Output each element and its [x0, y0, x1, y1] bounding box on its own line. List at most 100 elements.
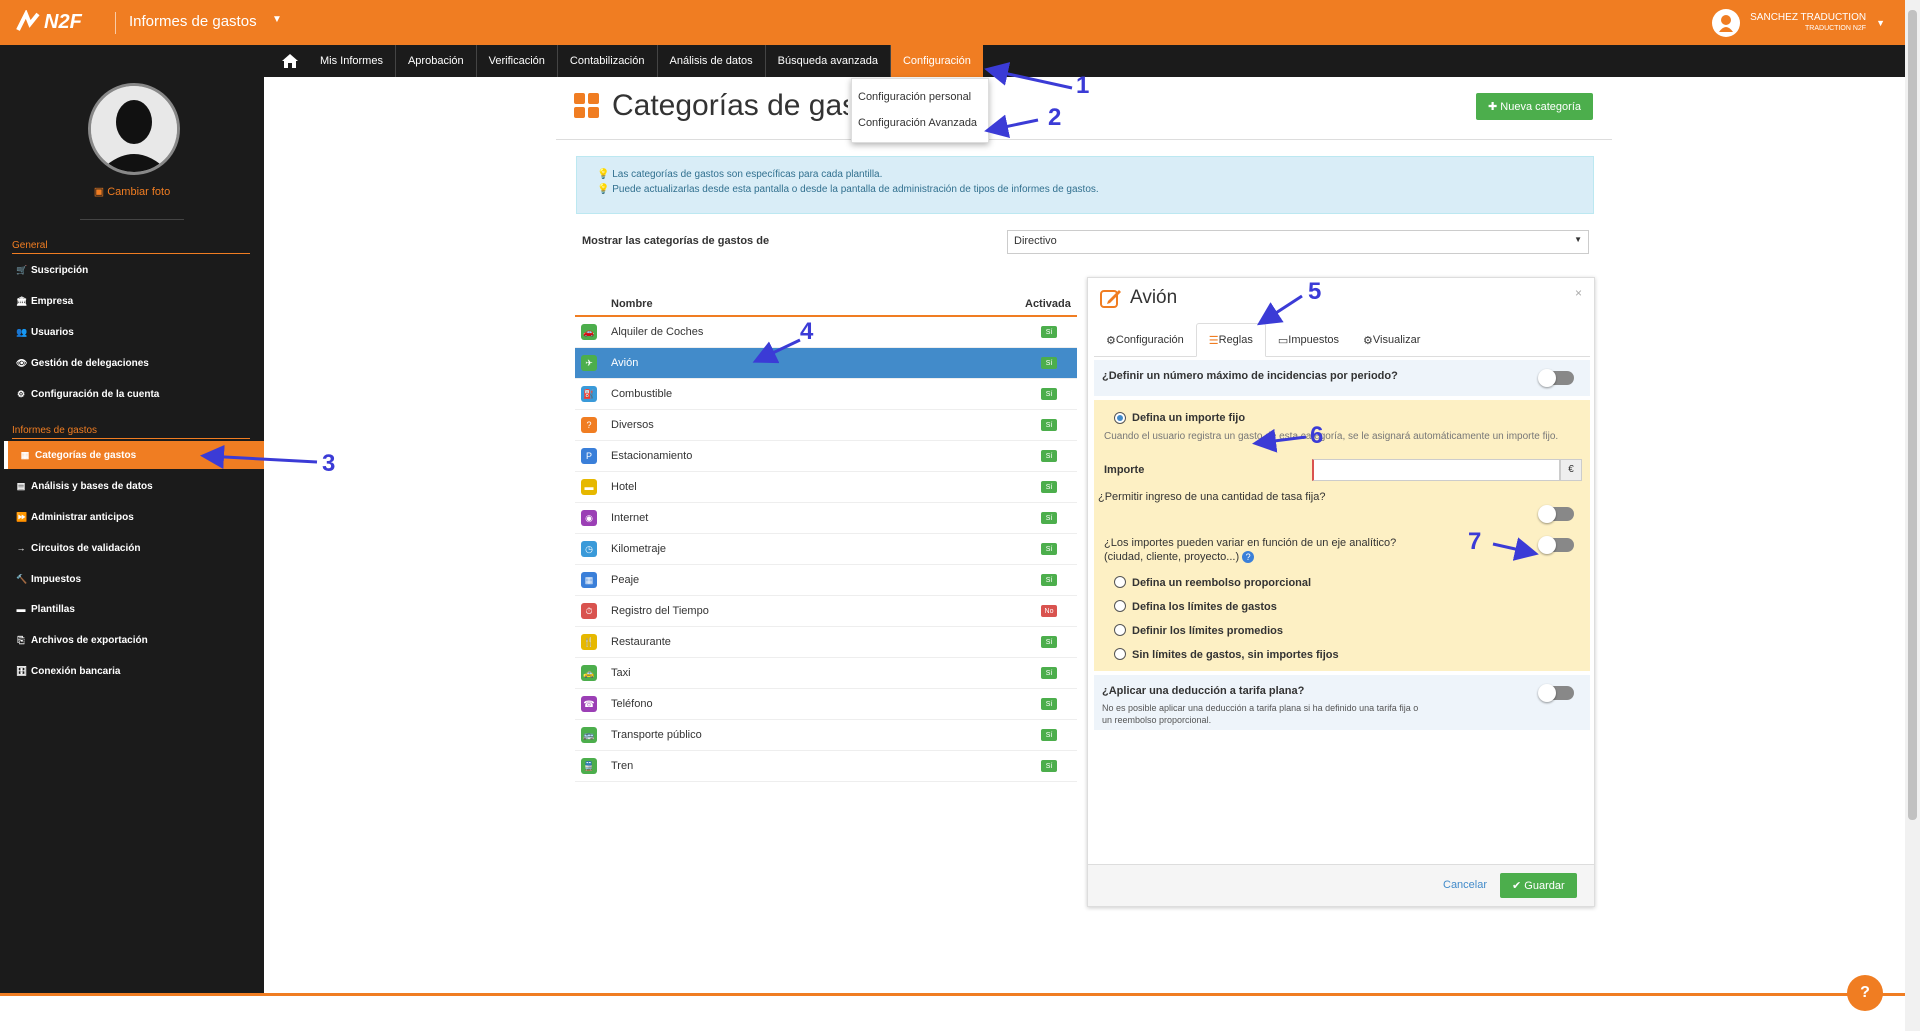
- table-row[interactable]: ⛽ Combustible Sí: [575, 379, 1077, 410]
- status-badge[interactable]: Sí: [1041, 636, 1057, 648]
- col-nombre[interactable]: Nombre: [611, 298, 1025, 310]
- app-logo[interactable]: N2F: [16, 8, 82, 36]
- fixed-amount-radio[interactable]: [1114, 412, 1126, 424]
- table-row[interactable]: ⏱ Registro del Tiempo No: [575, 596, 1077, 627]
- category-icon: 🚗: [581, 324, 597, 340]
- sidebar-item-configuracion-cuenta[interactable]: ⚙ Configuración de la cuenta: [0, 380, 264, 408]
- nav-analisis-datos[interactable]: Análisis de datos: [658, 45, 766, 77]
- menu-item-config-personal[interactable]: Configuración personal: [852, 87, 988, 107]
- status-badge[interactable]: Sí: [1041, 760, 1057, 772]
- cancel-button[interactable]: Cancelar: [1443, 879, 1487, 891]
- sidebar-item-suscripcion[interactable]: 🛒 Suscripción: [0, 256, 264, 284]
- help-circle-icon[interactable]: ?: [1242, 551, 1255, 563]
- sidebar-item-delegaciones[interactable]: 👁 Gestión de delegaciones: [0, 349, 264, 377]
- image-icon: ▣: [93, 186, 108, 198]
- nav-contabilizacion[interactable]: Contabilización: [558, 45, 658, 77]
- scrollbar-thumb[interactable]: [1908, 10, 1917, 820]
- tab-impuestos[interactable]: ▭ Impuestos: [1266, 323, 1351, 357]
- users-icon: 👥: [16, 326, 28, 337]
- nav-busqueda-avanzada[interactable]: Búsqueda avanzada: [766, 45, 891, 77]
- footer-line: [0, 993, 1905, 996]
- flat-rate-toggle[interactable]: [1538, 684, 1574, 702]
- sidebar-item-anticipos[interactable]: ⏩ Administrar anticipos: [0, 503, 264, 531]
- save-button[interactable]: ✔ Guardar: [1500, 873, 1577, 898]
- status-badge[interactable]: Sí: [1041, 667, 1057, 679]
- tab-reglas[interactable]: ☰ Reglas: [1195, 323, 1266, 357]
- sidebar-item-usuarios[interactable]: 👥 Usuarios: [0, 318, 264, 346]
- sidebar: ▣ Cambiar foto General 🛒 Suscripción 🏛 Emp…: [0, 77, 264, 993]
- status-badge[interactable]: No: [1041, 605, 1057, 617]
- status-badge[interactable]: Sí: [1041, 450, 1057, 462]
- table-row[interactable]: ◉ Internet Sí: [575, 503, 1077, 534]
- table-row[interactable]: 🚌 Transporte público Sí: [575, 720, 1077, 751]
- table-row[interactable]: ? Diversos Sí: [575, 410, 1077, 441]
- no-limits-radio[interactable]: [1114, 648, 1126, 660]
- app-title[interactable]: Informes de gastos: [129, 13, 257, 30]
- sidebar-item-analisis[interactable]: ▤ Análisis y bases de datos: [0, 472, 264, 500]
- home-icon[interactable]: [272, 53, 308, 69]
- sidebar-item-empresa[interactable]: 🏛 Empresa: [0, 287, 264, 315]
- template-select[interactable]: Directivo ▼: [1007, 230, 1589, 254]
- col-activada[interactable]: Activada: [1025, 298, 1077, 310]
- main-nav: Mis Informes Aprobación Verificación Con…: [0, 45, 1905, 77]
- table-row[interactable]: ◷ Kilometraje Sí: [575, 534, 1077, 565]
- table-row[interactable]: ☎ Teléfono Sí: [575, 689, 1077, 720]
- table-row[interactable]: 🚗 Alquiler de Coches Sí: [575, 317, 1077, 348]
- table-row[interactable]: P Estacionamiento Sí: [575, 441, 1077, 472]
- menu-item-config-avanzada[interactable]: Configuración Avanzada: [852, 113, 988, 133]
- sidebar-item-conexion-bancaria[interactable]: 🗄 Conexión bancaria: [0, 657, 264, 685]
- table-row[interactable]: ✈ Avión Sí: [575, 348, 1077, 379]
- max-incidents-toggle[interactable]: [1538, 369, 1574, 387]
- status-badge[interactable]: Sí: [1041, 512, 1057, 524]
- sidebar-item-plantillas[interactable]: ▬ Plantillas: [0, 595, 264, 623]
- amount-input[interactable]: [1312, 459, 1560, 481]
- page-scrollbar[interactable]: [1905, 0, 1920, 1031]
- sidebar-item-circuitos[interactable]: → Circuitos de validación: [0, 534, 264, 562]
- tab-visualizar[interactable]: ⚙ Visualizar: [1351, 323, 1432, 357]
- category-icon: 🚆: [581, 758, 597, 774]
- status-badge[interactable]: Sí: [1041, 357, 1057, 369]
- help-button[interactable]: ?: [1847, 975, 1883, 1011]
- status-badge[interactable]: Sí: [1041, 326, 1057, 338]
- category-icon: ⏱: [581, 603, 597, 619]
- category-icon: ◉: [581, 510, 597, 526]
- category-name: Avión: [611, 357, 639, 369]
- caret-down-icon[interactable]: ▼: [272, 14, 282, 25]
- status-badge[interactable]: Sí: [1041, 698, 1057, 710]
- status-badge[interactable]: Sí: [1041, 419, 1057, 431]
- new-category-button[interactable]: ✚ Nueva categoría: [1476, 93, 1593, 120]
- sidebar-item-categorias[interactable]: ▦ Categorías de gastos: [4, 441, 264, 469]
- new-category-label: Nueva categoría: [1500, 101, 1581, 113]
- user-name-text: SANCHEZ TRADUCTION: [1750, 12, 1867, 23]
- status-badge[interactable]: Sí: [1041, 729, 1057, 741]
- status-badge[interactable]: Sí: [1041, 543, 1057, 555]
- nav-mis-informes[interactable]: Mis Informes: [308, 45, 396, 77]
- table-row[interactable]: 🍴 Restaurante Sí: [575, 627, 1077, 658]
- sidebar-item-archivos-exportacion[interactable]: ⎘ Archivos de exportación: [0, 626, 264, 654]
- plus-icon: ✚: [1488, 101, 1501, 113]
- nav-aprobacion[interactable]: Aprobación: [396, 45, 477, 77]
- sidebar-item-impuestos[interactable]: 🔨 Impuestos: [0, 565, 264, 593]
- table-row[interactable]: 🚕 Taxi Sí: [575, 658, 1077, 689]
- status-badge[interactable]: Sí: [1041, 574, 1057, 586]
- sidebar-item-label: Empresa: [31, 295, 74, 307]
- category-name: Diversos: [611, 419, 654, 431]
- change-photo-link[interactable]: ▣ Cambiar foto: [0, 185, 264, 198]
- user-avatar-icon: [1712, 9, 1741, 37]
- status-badge[interactable]: Sí: [1041, 388, 1057, 400]
- close-icon[interactable]: ×: [1575, 286, 1582, 300]
- expense-limits-radio[interactable]: [1114, 600, 1126, 612]
- table-row[interactable]: 🚆 Tren Sí: [575, 751, 1077, 782]
- table-row[interactable]: ▦ Peaje Sí: [575, 565, 1077, 596]
- user-menu[interactable]: SANCHEZ TRADUCTION TRADUCTION N2F ▼: [1712, 9, 1885, 37]
- average-limits-radio[interactable]: [1114, 624, 1126, 636]
- tab-configuracion[interactable]: ⚙ Configuración: [1094, 323, 1196, 357]
- proportional-radio[interactable]: [1114, 576, 1126, 588]
- category-name: Kilometraje: [611, 543, 667, 555]
- nav-verificacion[interactable]: Verificación: [477, 45, 558, 77]
- table-row[interactable]: ▬ Hotel Sí: [575, 472, 1077, 503]
- status-badge[interactable]: Sí: [1041, 481, 1057, 493]
- fixed-rate-toggle[interactable]: [1538, 505, 1574, 523]
- nav-configuracion[interactable]: Configuración: [890, 45, 983, 77]
- analytic-axis-toggle[interactable]: [1538, 536, 1574, 554]
